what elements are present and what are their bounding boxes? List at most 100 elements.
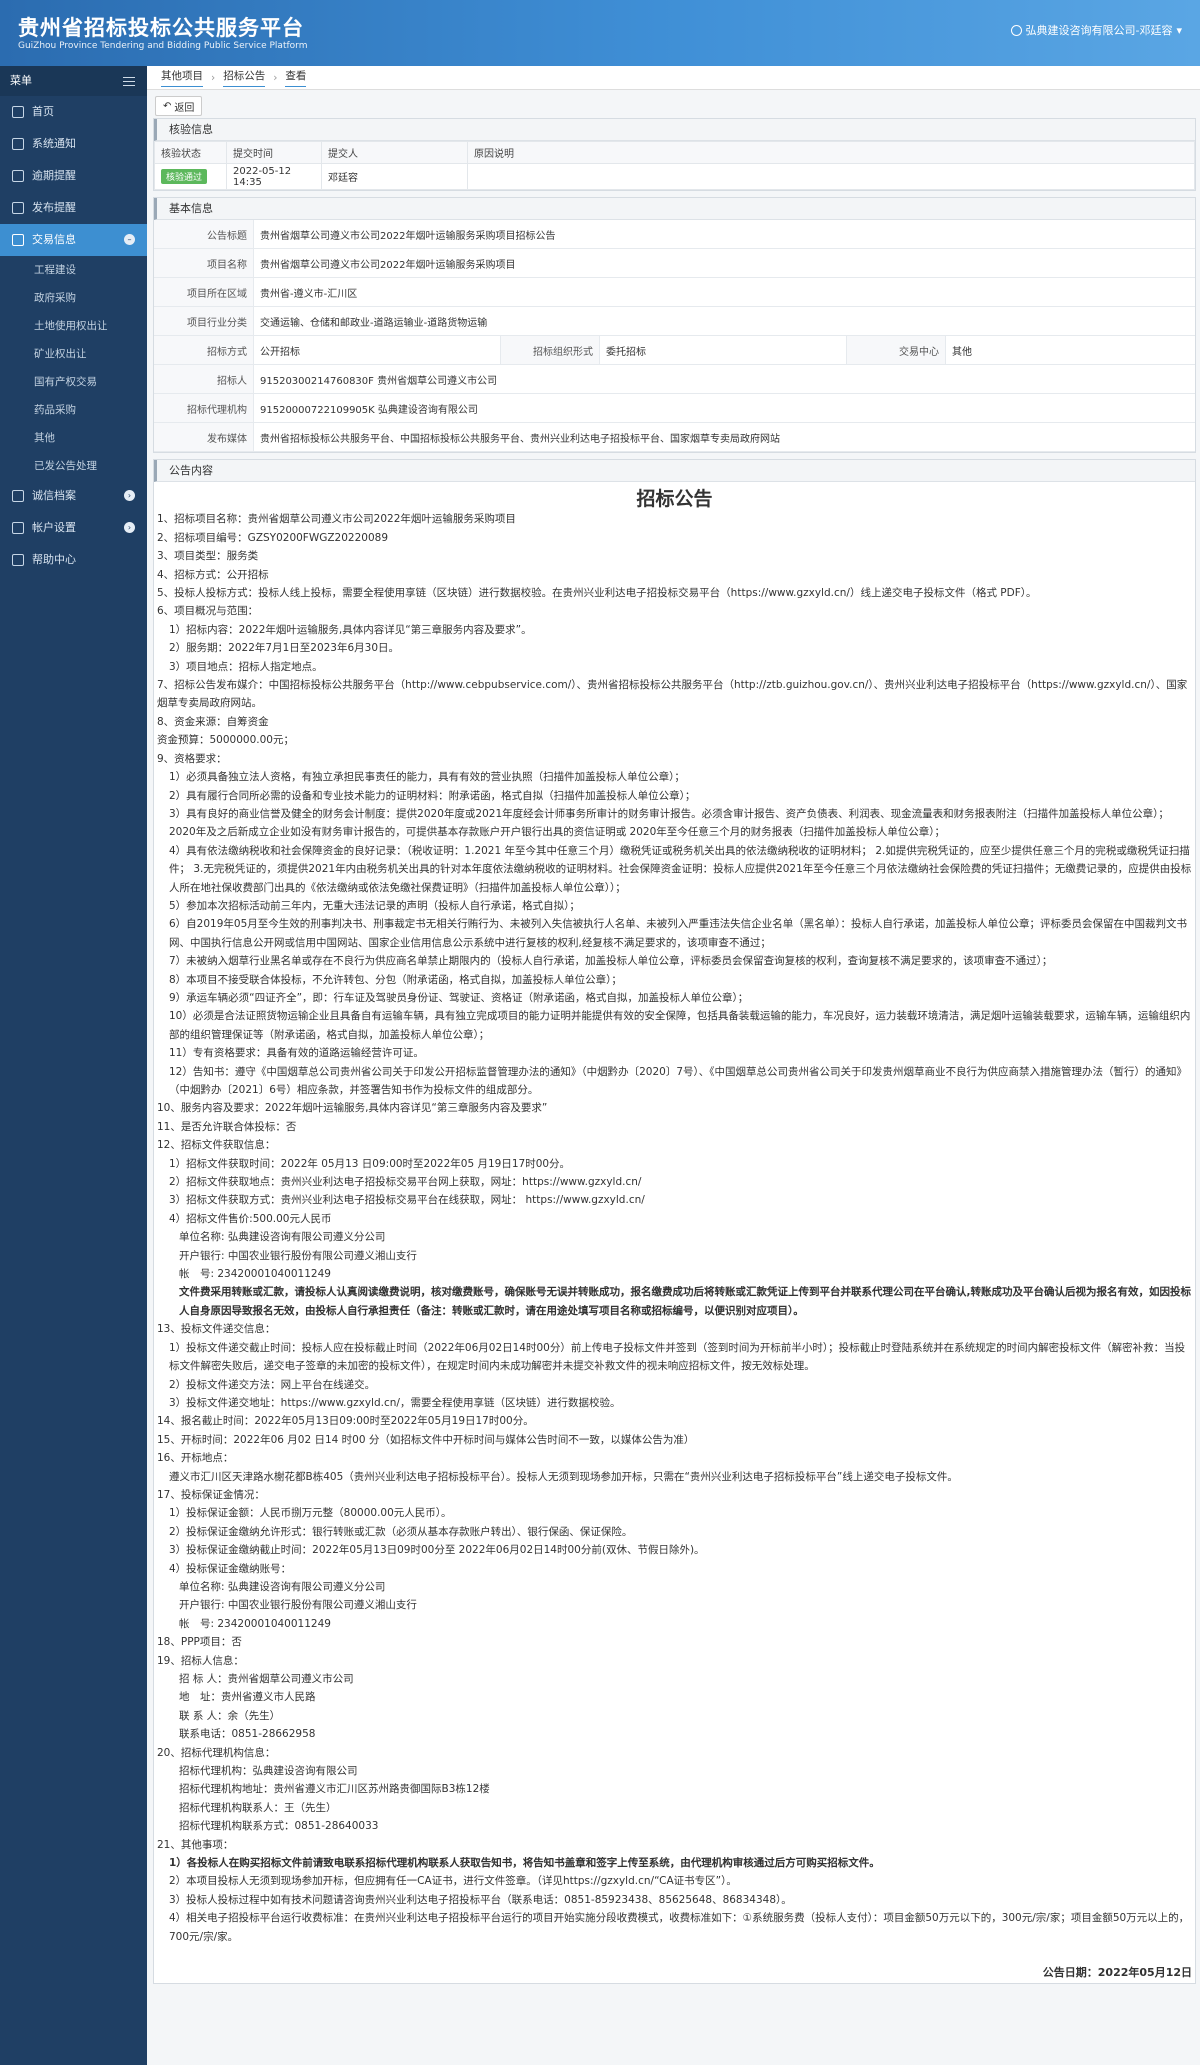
sidebar-item-3[interactable]: 发布提醒 — [0, 192, 147, 224]
notice-line: 3、项目类型：服务类 — [157, 550, 259, 563]
sidebar-bottom-item-0[interactable]: 诚信档案 › — [0, 480, 147, 512]
basic-info-title: 基本信息 — [154, 198, 1195, 220]
notice-line: 6、项目概况与范围： — [157, 605, 259, 618]
chevron-down-icon: ▾ — [1176, 23, 1182, 37]
notice-line: 4）招标文件售价:500.00元人民币 — [169, 1212, 332, 1225]
notice-line: 3）投标保证金缴纳截止时间：2022年05月13日09时00分至 2022年06… — [169, 1544, 705, 1557]
info-label: 项目所在区域 — [154, 278, 254, 306]
sidebar-item-0[interactable]: 首页 — [0, 96, 147, 128]
calendar-icon — [12, 202, 24, 214]
hamburger-icon[interactable] — [123, 77, 135, 86]
info-value: 贵州省-遵义市-汇川区 — [260, 288, 358, 300]
notice-line: 8）本项目不接受联合体投标，不允许转包、分包（附承诺函，格式自拟，加盖投标人单位… — [169, 973, 622, 986]
help-icon — [12, 554, 24, 566]
info-row: 项目行业分类 交通运输、仓储和邮政业-道路运输业-道路货物运输 — [154, 307, 1195, 336]
main-content: 其他项目 › 招标公告 › 查看 ↶ 返回 核验信息 核验状态 提交时间 提交人… — [147, 66, 1200, 2065]
info-row: 项目所在区域 贵州省-遵义市-汇川区 — [154, 278, 1195, 307]
notice-line: 4）具有依法缴纳税收和社会保障资金的良好记录：（税收证明：1.2021 年至今其… — [169, 844, 1192, 894]
info-value: 贵州省烟草公司遵义市公司2022年烟叶运输服务采购项目 — [260, 259, 516, 271]
platform-subtitle: GuiZhou Province Tendering and Bidding P… — [18, 41, 308, 51]
notice-line: 3）项目地点：招标人指定地点。 — [169, 660, 323, 673]
info-label: 招标方式 — [154, 336, 254, 364]
info-label: 招标代理机构 — [154, 394, 254, 422]
notice-line: 招标代理机构联系方式：0851-28640033 — [179, 1820, 379, 1833]
user-icon — [1010, 24, 1022, 36]
col-header-status: 核验状态 — [154, 141, 227, 164]
notice-line: 1）投标保证金额：人民币捌万元整（80000.00元人民币）。 — [169, 1507, 452, 1520]
info-label: 公告标题 — [154, 220, 254, 248]
notice-line: 8、资金来源：自筹资金 — [157, 715, 269, 728]
sidebar-subitem[interactable]: 国有产权交易 — [0, 368, 147, 396]
notice-heading: 招标公告 — [636, 488, 713, 510]
sidebar-bottom-item-2[interactable]: 帮助中心 — [0, 544, 147, 576]
notice-line: 5、投标人投标方式：投标人线上投标，需要全程使用享链（区块链）进行数据校验。在贵… — [157, 587, 1037, 600]
info-value: 贵州省烟草公司遵义市公司2022年烟叶运输服务采购项目招标公告 — [260, 230, 556, 242]
notice-line: 7、招标公告发布媒介：中国招标投标公共服务平台（http://www.cebpu… — [157, 679, 1188, 710]
check-info-table: 核验状态 提交时间 提交人 原因说明 核验通过 2022-05-12 14:35… — [154, 141, 1195, 190]
notice-line: 12、招标文件获取信息： — [157, 1139, 276, 1152]
monitor-icon — [12, 138, 24, 150]
breadcrumb-item-other-projects[interactable]: 其他项目 — [161, 68, 203, 87]
check-status-cell: 核验通过 — [154, 163, 227, 190]
breadcrumb-item-tender-notice[interactable]: 招标公告 — [223, 68, 266, 87]
sidebar-subitem[interactable]: 工程建设 — [0, 256, 147, 284]
chevron-right-icon: › — [211, 71, 216, 84]
notice-line: 遵义市汇川区天津路水榭花都B栋405（贵州兴业利达电子招标投标平台）。投标人无须… — [169, 1470, 958, 1483]
info-value: 贵州省招标投标公共服务平台、中国招标投标公共服务平台、贵州兴业利达电子招投标平台… — [260, 433, 780, 445]
user-settings-icon — [12, 522, 24, 534]
info-value: 91520300214760830F 贵州省烟草公司遵义市公司 — [260, 375, 498, 387]
notice-line: 2）投标文件递交方法：网上平台在线递交。 — [169, 1378, 376, 1391]
top-header: 贵州省招标投标公共服务平台 GuiZhou Province Tendering… — [0, 0, 1200, 66]
sidebar-subitem[interactable]: 药品采购 — [0, 396, 147, 424]
toolbar: ↶ 返回 — [147, 90, 1200, 118]
notice-line: 2）本项目投标人无须到现场参加开标，但应拥有任一CA证书，进行文件签章。（详见h… — [169, 1875, 737, 1888]
notice-line: 2、招标项目编号：GZSY0200FWGZ20220089 — [157, 531, 389, 544]
sidebar-item-label: 帐户设置 — [32, 521, 76, 534]
notice-line: 7）未被纳入烟草行业黑名单或存在不良行为供应商名单禁止期限内的（投标人自行承诺，… — [169, 955, 1053, 968]
sidebar: 菜单 首页 系统通知逾期提醒发布提醒 交易信息 – 工程建设 政府采购 土地使用权出让 矿业… — [0, 66, 147, 2065]
notice-line: 2）投标保证金缴纳允许形式：银行转账或汇款（必须从基本存款账户转出）、银行保函、… — [169, 1525, 633, 1538]
status-badge: 核验通过 — [161, 169, 208, 184]
notice-line: 联 系 人：余（先生） — [179, 1709, 281, 1722]
notice-line: 3）具有良好的商业信誉及健全的财务会计制度：提供2020年度或2021年度经会计… — [169, 807, 1169, 839]
notice-line: 招标代理机构地址：贵州省遵义市汇川区苏州路贵御国际B3栋12楼 — [179, 1783, 490, 1796]
notice-line: 联系电话：0851-28662958 — [179, 1728, 316, 1741]
sidebar-item-4[interactable]: 交易信息 – — [0, 224, 147, 256]
chevron-right-icon: › — [273, 71, 278, 84]
notice-line: 5）参加本次招标活动前三年内，无重大违法记录的声明（投标人自行承诺，格式自拟）； — [169, 899, 580, 912]
info-row: 项目名称 贵州省烟草公司遵义市公司2022年烟叶运输服务采购项目 — [154, 249, 1195, 278]
sidebar-bottom-item-1[interactable]: 帐户设置 › — [0, 512, 147, 544]
chevron-right-icon: › — [124, 522, 135, 533]
breadcrumb-item-view[interactable]: 查看 — [285, 68, 307, 87]
sidebar-item-1[interactable]: 系统通知 — [0, 128, 147, 160]
sidebar-subitem[interactable]: 矿业权出让 — [0, 340, 147, 368]
notice-line: 1）招标文件获取时间：2022年 05月13 日09:00时至2022年05 月… — [169, 1157, 571, 1170]
back-button[interactable]: ↶ 返回 — [155, 96, 203, 116]
menu-header: 菜单 — [0, 66, 147, 96]
notice-line: 地 址：贵州省遵义市人民路 — [179, 1691, 316, 1704]
sidebar-subitem[interactable]: 其他 — [0, 424, 147, 452]
notice-line: 2）招标文件获取地点：贵州兴业利达电子招投标交易平台网上获取，网址：https:… — [169, 1176, 642, 1189]
sidebar-subitem[interactable]: 已发公告处理 — [0, 452, 147, 480]
user-menu[interactable]: 弘典建设咨询有限公司-邓廷容 ▾ — [1010, 22, 1182, 38]
notice-line: 18、PPP项目：否 — [157, 1636, 242, 1649]
info-row: 公告标题 贵州省烟草公司遵义市公司2022年烟叶运输服务采购项目招标公告 — [154, 220, 1195, 249]
sidebar-item-2[interactable]: 逾期提醒 — [0, 160, 147, 192]
notice-body: 招标公告 1、招标项目名称：贵州省烟草公司遵义市公司2022年烟叶运输服务采购项… — [154, 482, 1195, 1983]
archive-icon — [12, 490, 24, 502]
notice-line: 6）自2019年05月至今生效的刑事判决书、刑事裁定书无相关行贿行为、未被列入失… — [169, 918, 1188, 949]
breadcrumb: 其他项目 › 招标公告 › 查看 — [147, 66, 1200, 90]
notice-line: 1）招标内容：2022年烟叶运输服务,具体内容详见“第三章服务内容及要求”。 — [169, 623, 532, 636]
sidebar-item-label: 逾期提醒 — [32, 169, 76, 182]
notice-line: 3）招标文件获取方式：贵州兴业利达电子招投标交易平台在线获取，网址： https… — [169, 1194, 645, 1207]
notice-line: 10）必须是合法证照货物运输企业且具备自有运输车辆，具有独立完成项目的能力证明并… — [169, 1010, 1191, 1041]
notice-line: 资金预算：5000000.00元； — [157, 734, 294, 747]
chevron-right-icon: › — [124, 490, 135, 501]
info-value: 91520000722109905K 弘典建设咨询有限公司 — [260, 404, 478, 416]
sidebar-subitem[interactable]: 政府采购 — [0, 284, 147, 312]
info-row: 招标人 91520300214760830F 贵州省烟草公司遵义市公司 — [154, 365, 1195, 394]
notice-line: 9）承运车辆必须“四证齐全”，即：行车证及驾驶员身份证、驾驶证、资格证（附承诺函… — [169, 991, 749, 1004]
info-row: 招标代理机构 91520000722109905K 弘典建设咨询有限公司 — [154, 394, 1195, 423]
notice-line: 3）投标文件递交地址：https://www.gzxyld.cn/，需要全程使用… — [169, 1396, 621, 1409]
sidebar-subitem[interactable]: 土地使用权出让 — [0, 312, 147, 340]
